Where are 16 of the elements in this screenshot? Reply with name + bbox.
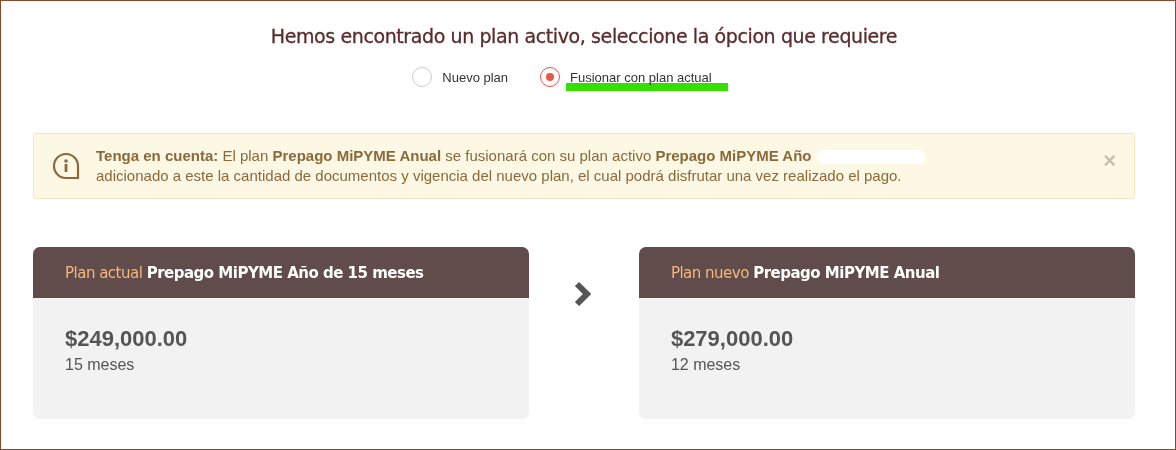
option-label: Fusionar con plan actual — [570, 69, 712, 85]
page-heading: Hemos encontrado un plan activo, seleccione la ópcion que requiere — [269, 25, 899, 47]
plan-price: $249,000.00 — [65, 326, 189, 352]
plan-duration: 15 meses — [65, 356, 136, 374]
radio-option[interactable]: Nuevo plan — [412, 63, 525, 91]
plan-price: $279,000.00 — [670, 326, 795, 352]
plan-title: Plan actual Prepago MiPYME Año de 15 meses — [65, 263, 424, 282]
radio-button[interactable] — [540, 67, 561, 87]
radio-button[interactable] — [412, 67, 433, 87]
notice-text: Tenga en cuenta: El plan Prepago MiPYME Anual se fusionará con su plan activo Prepago MiPYME Año adicionado a este la cantidad de documentos y vigencia del nuevo plan, el cual podrá disfrutar una vez realizado el pago. — [96, 146, 1088, 186]
plan-duration: 12 meses — [670, 356, 742, 374]
chevron-right-icon — [574, 281, 594, 307]
plan-title: Plan nuevo Prepago MiPYME Anual — [670, 263, 940, 282]
info-icon — [52, 152, 80, 180]
radio-option[interactable]: Fusionar con plan actual — [540, 63, 728, 91]
option-label: Nuevo plan — [442, 69, 509, 85]
